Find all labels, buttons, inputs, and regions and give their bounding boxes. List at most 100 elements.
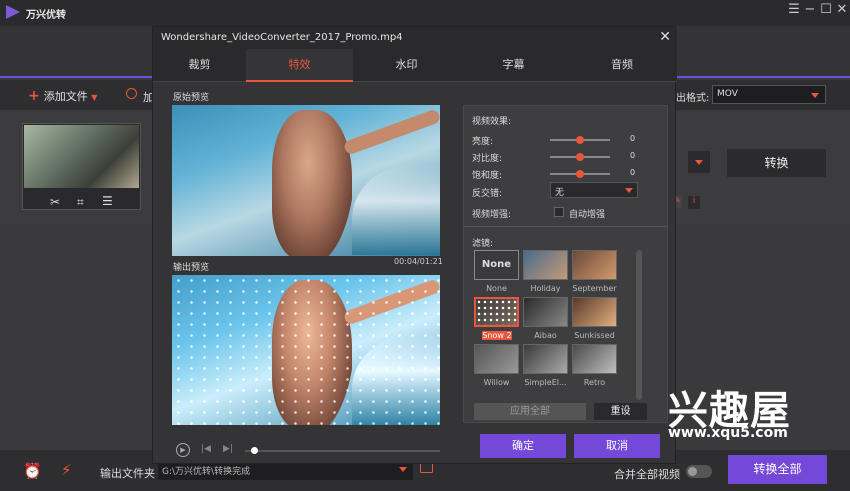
dialog-title-bar: Wondershare_VideoConverter_2017_Promo.mp… [153,27,677,49]
filter-aibao-label: Aibao [534,331,557,340]
auto-enhance-label: 自动增强 [569,210,606,220]
disc-icon[interactable] [126,88,137,99]
tab-subtitle[interactable]: 字幕 [460,49,567,82]
plus-icon: + [28,88,40,104]
output-path-value: G:\万兴优转\转换完成 [162,467,251,477]
play-icon[interactable]: ▶ [176,443,190,457]
slider-knob[interactable] [576,170,584,178]
contrast-slider[interactable] [550,153,610,161]
crop-icon[interactable]: ⌗ [77,195,84,210]
minimize-button[interactable]: − [802,2,818,18]
target-dropdown[interactable] [688,151,710,173]
seek-handle[interactable] [251,447,258,454]
previous-icon[interactable]: |◀ [201,444,211,454]
brightness-slider[interactable] [550,136,610,144]
app-logo-icon [6,5,20,19]
menu-icon[interactable]: ☰ [786,2,802,18]
alarm-clock-icon[interactable]: ⏰ [23,462,42,480]
convert-button[interactable]: 转换 [727,149,826,177]
slider-knob[interactable] [576,153,584,161]
add-file-label: 添加文件 [43,90,88,103]
lightning-icon[interactable]: ⚡ [61,461,72,479]
deinterlace-select[interactable]: 无 [550,182,638,198]
deinterlace-value: 无 [555,188,565,198]
next-icon[interactable]: ▶| [223,444,233,454]
dialog-title: Wondershare_VideoConverter_2017_Promo.mp… [161,32,403,43]
info-icon[interactable]: i [688,196,700,209]
original-preview-label: 原始预览 [173,93,210,103]
chevron-down-icon [811,93,819,98]
surfer-figure [272,110,352,256]
add-file-button[interactable]: + 添加文件 ▼ [28,88,97,104]
apply-all-button[interactable]: 应用全部 [474,403,586,420]
filter-holiday-label: Holiday [530,284,561,293]
filter-scrollbar[interactable] [636,250,642,400]
timecode: 00:04/01:21 [394,257,443,266]
video-thumbnail [24,125,139,188]
output-folder-label: 输出文件夹 [100,467,155,480]
filter-snow2-thumb[interactable] [474,297,519,327]
maximize-button[interactable]: ☐ [818,2,834,18]
filter-none-thumb[interactable]: None [474,250,519,280]
chevron-down-icon[interactable]: ▼ [91,93,97,102]
filter-retro-thumb[interactable] [572,344,617,374]
brightness-value: 0 [630,134,636,143]
folder-icon[interactable] [420,463,433,473]
app-name: 万兴优转 [26,10,66,21]
close-dialog-icon[interactable]: ✕ [659,29,671,45]
filter-sunkissed-label: Sunkissed [574,331,615,340]
filter-snow2-label: Snow 2 [482,331,512,340]
tab-crop[interactable]: 裁剪 [153,49,246,82]
adjust-icon[interactable]: ☰ [102,194,113,208]
title-bar: 万兴优转 ☰ − ☐ ✕ [0,0,850,26]
dialog-tabs: 裁剪 特效 水印 字幕 音频 [153,49,677,82]
output-format-select[interactable]: MOV [712,85,826,104]
seek-bar[interactable] [245,450,440,452]
divider [464,226,667,227]
saturation-value: 0 [630,168,636,177]
filter-september-thumb[interactable] [572,250,617,280]
surfer-arm [342,108,440,156]
filter-september-label: September [572,284,617,293]
chevron-down-icon [695,160,703,165]
filter-sunkissed-thumb[interactable] [572,297,617,327]
filter-simpleelegant-label: SimpleEl... [524,378,567,387]
cancel-button[interactable]: 取消 [574,434,660,458]
output-preview-label: 输出预览 [173,263,210,273]
contrast-label: 对比度: [472,154,503,164]
output-format-label: 出格式: [676,93,710,104]
chevron-down-icon [399,467,407,472]
wave [352,165,440,255]
slider-knob[interactable] [576,136,584,144]
merge-videos-label: 合并全部视频 [614,468,680,481]
deinterlace-label: 反交错: [472,189,503,199]
brightness-label: 亮度: [472,137,494,147]
video-effects-label: 视频效果: [472,117,512,127]
filters-label: 滤镜: [472,239,494,249]
filter-aibao-thumb[interactable] [523,297,568,327]
filter-holiday-thumb[interactable] [523,250,568,280]
chevron-down-icon [625,188,633,193]
ok-button[interactable]: 确定 [480,434,566,458]
effects-panel: 视频效果: 亮度: 0 对比度: 0 饱和度: 0 反交错: 无 视频增强: 自… [463,105,668,423]
auto-enhance-checkbox[interactable] [554,207,564,217]
convert-all-button[interactable]: 转换全部 [728,455,827,484]
tab-effects[interactable]: 特效 [246,49,353,82]
enhance-label: 视频增强: [472,210,512,220]
close-window-button[interactable]: ✕ [834,2,850,18]
filter-simpleelegant-thumb[interactable] [523,344,568,374]
original-preview [172,105,440,256]
site-watermark-url: www.xqu5.com [668,425,788,441]
edit-dialog: Wondershare_VideoConverter_2017_Promo.mp… [152,26,677,464]
reset-button[interactable]: 重设 [594,403,647,420]
filter-none-label: None [486,284,507,293]
snow-overlay [172,275,440,425]
scissors-icon[interactable]: ✂ [50,195,60,209]
saturation-slider[interactable] [550,170,610,178]
filter-willow-thumb[interactable] [474,344,519,374]
merge-toggle[interactable] [686,465,712,478]
tab-audio[interactable]: 音频 [567,49,677,82]
tab-watermark[interactable]: 水印 [353,49,460,82]
output-format-value: MOV [717,89,738,99]
filter-willow-label: Willow [483,378,510,387]
